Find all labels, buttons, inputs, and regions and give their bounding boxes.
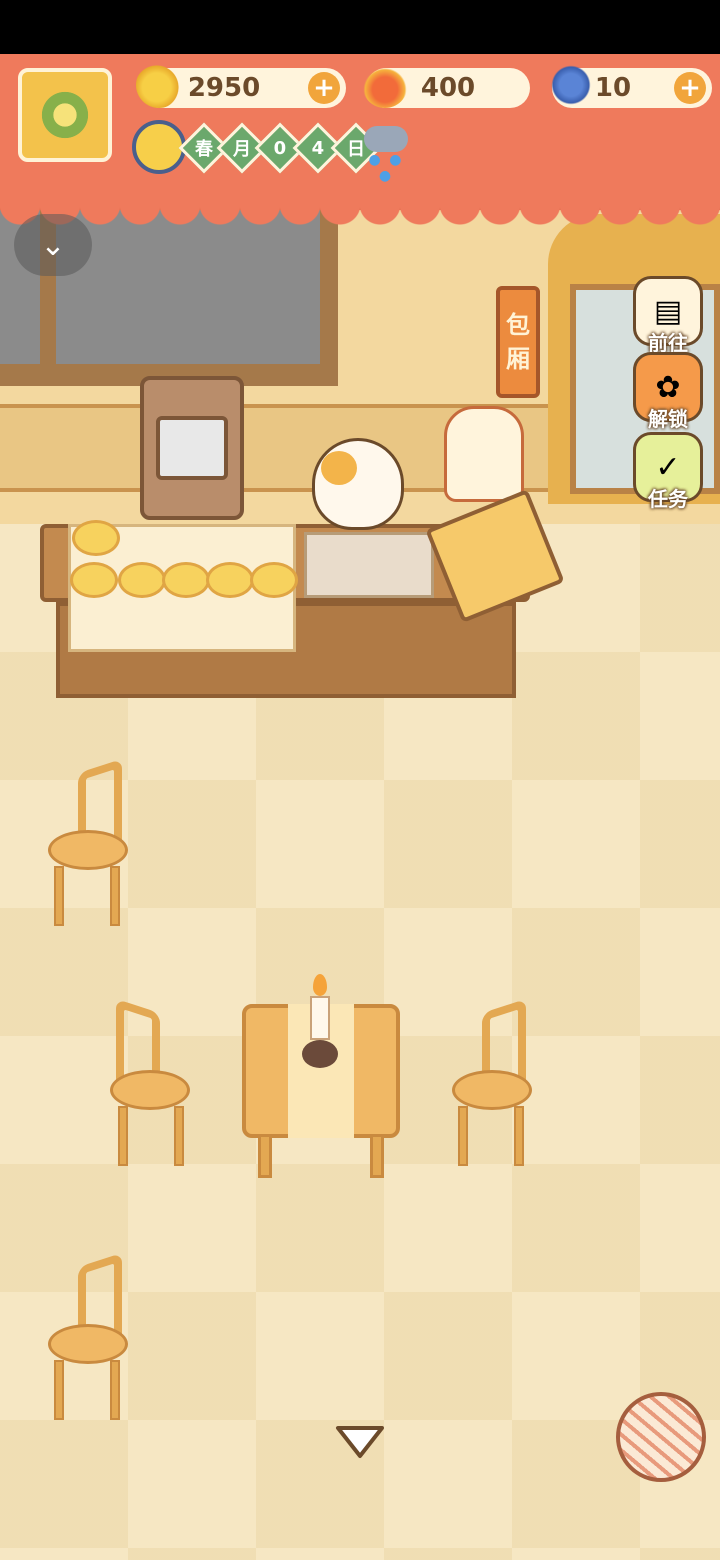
- currency-banana[interactable]: 2950 +: [136, 62, 346, 108]
- goto-button[interactable]: ▤ 前往: [628, 276, 708, 355]
- currency-fire-pepper[interactable]: 400: [362, 62, 530, 108]
- dish-icon[interactable]: [206, 562, 254, 598]
- stove[interactable]: [304, 532, 434, 598]
- date-char: 4: [311, 137, 325, 159]
- currency-fish[interactable]: 10 +: [548, 62, 712, 108]
- chair[interactable]: [100, 998, 190, 1166]
- unlock-label: 解锁: [648, 407, 688, 431]
- fish-icon: [548, 62, 594, 108]
- unlock-button[interactable]: ✿ 解锁: [628, 352, 708, 431]
- chair[interactable]: [452, 998, 542, 1166]
- lucky-cat[interactable]: [444, 406, 524, 502]
- add-banana-button[interactable]: +: [308, 72, 340, 104]
- triangle-down-icon: [336, 1426, 384, 1458]
- chair[interactable]: [48, 1252, 138, 1420]
- scroll-down-button[interactable]: [334, 1422, 386, 1462]
- top-hud: 2950 + 400 10 + 春 月 0 4 日 ● ● ●: [0, 54, 720, 226]
- dish-icon[interactable]: [72, 520, 120, 556]
- dish-icon[interactable]: [118, 562, 166, 598]
- private-room-sign[interactable]: 包 厢: [496, 286, 540, 398]
- task-button[interactable]: ✓ 任务: [628, 432, 708, 511]
- avatar[interactable]: [18, 68, 112, 162]
- date-char: 月: [233, 139, 251, 160]
- sign-char: 包: [506, 311, 530, 339]
- restaurant-scene: 包 厢: [0, 54, 720, 1560]
- rain-cloud-icon[interactable]: ● ● ●: [360, 126, 412, 184]
- chair[interactable]: [48, 758, 138, 926]
- chef-cat[interactable]: [312, 438, 404, 530]
- sign-char: 厢: [506, 345, 530, 373]
- game-date: 春 月 0 4 日: [178, 122, 382, 174]
- collapse-button[interactable]: ⌄: [14, 214, 92, 276]
- dish-icon[interactable]: [70, 562, 118, 598]
- candle-icon: [302, 974, 338, 1074]
- date-char: 春: [195, 139, 213, 160]
- oven[interactable]: [140, 376, 244, 520]
- add-fish-button[interactable]: +: [674, 72, 706, 104]
- task-label: 任务: [648, 487, 688, 511]
- status-bar: [0, 0, 720, 54]
- flower-icon: [38, 88, 92, 142]
- dish-icon[interactable]: [162, 562, 210, 598]
- fire-pepper-icon: [362, 62, 408, 108]
- yarn-ball-icon[interactable]: [616, 1392, 706, 1482]
- date-char: 0: [273, 137, 287, 159]
- banana-icon: [136, 62, 182, 108]
- chevron-down-icon: ⌄: [40, 227, 66, 263]
- dish-icon[interactable]: [250, 562, 298, 598]
